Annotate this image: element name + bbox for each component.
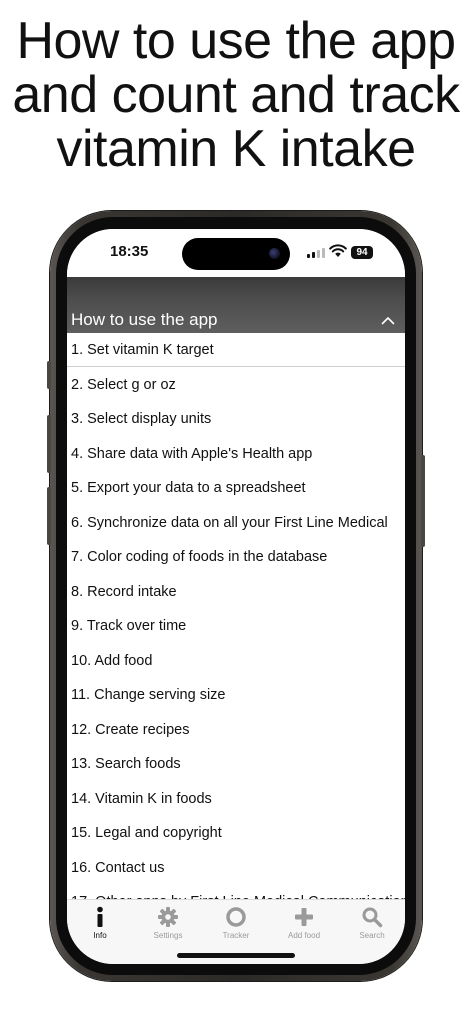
nav-bar: How to use the app	[67, 277, 405, 333]
list-item[interactable]: 1. Set vitamin K target	[67, 333, 405, 367]
home-indicator	[177, 953, 295, 958]
wifi-icon	[329, 244, 347, 257]
list-item[interactable]: 9. Track over time	[67, 609, 405, 643]
tab-label: Settings	[153, 931, 183, 940]
volume-down-button	[47, 487, 51, 545]
tab-settings[interactable]: Settings	[140, 906, 196, 940]
section-title: How to use the app	[71, 310, 218, 329]
camera-icon	[269, 248, 280, 259]
help-topics-list: 1. Set vitamin K target 2. Select g or o…	[67, 333, 405, 899]
list-item[interactable]: 4. Share data with Apple's Health app	[67, 437, 405, 471]
info-icon	[97, 906, 103, 927]
list-item[interactable]: 8. Record intake	[67, 575, 405, 609]
circle-icon	[226, 907, 246, 927]
list-item[interactable]: 5. Export your data to a spreadsheet	[67, 471, 405, 505]
list-item[interactable]: 10. Add food	[67, 644, 405, 678]
phone-screen: 18:35 94 How to use the app 1. Set vitam…	[67, 229, 405, 964]
list-item[interactable]: 7. Color coding of foods in the database	[67, 540, 405, 574]
gear-icon	[158, 907, 178, 927]
tab-label: Info	[93, 931, 107, 940]
tab-label: Add food	[287, 931, 321, 940]
list-item[interactable]: 14. Vitamin K in foods	[67, 782, 405, 816]
list-item[interactable]: 16. Contact us	[67, 851, 405, 885]
list-item[interactable]: 2. Select g or oz	[67, 368, 405, 402]
list-item[interactable]: 11. Change serving size	[67, 678, 405, 712]
promo-headline: How to use the app and count and track v…	[0, 14, 472, 176]
list-item[interactable]: 3. Select display units	[67, 402, 405, 436]
plus-icon	[295, 908, 313, 926]
list-item[interactable]: 13. Search foods	[67, 747, 405, 781]
tab-label: Search	[359, 931, 385, 940]
list-item[interactable]: 12. Create recipes	[67, 713, 405, 747]
tab-add-food[interactable]: Add food	[276, 906, 332, 940]
list-item[interactable]: 6. Synchronize data on all your First Li…	[67, 506, 405, 540]
headline-line-3: vitamin K intake	[56, 120, 416, 178]
tab-info[interactable]: Info	[72, 906, 128, 940]
volume-up-button	[47, 415, 51, 473]
chevron-up-icon[interactable]	[381, 315, 395, 325]
status-time: 18:35	[110, 243, 149, 260]
search-icon	[362, 907, 383, 928]
tab-label: Tracker	[222, 931, 250, 940]
headline-line-1: How to use the app	[16, 12, 456, 70]
dynamic-island	[182, 238, 290, 270]
list-item[interactable]: 17. Other apps by First Line Medical Com…	[67, 885, 405, 899]
status-bar: 18:35 94	[67, 229, 405, 277]
cellular-signal-icon	[307, 248, 327, 258]
power-button	[421, 455, 425, 547]
tab-tracker[interactable]: Tracker	[208, 906, 264, 940]
battery-indicator: 94	[351, 246, 373, 259]
list-item[interactable]: 15. Legal and copyright	[67, 816, 405, 850]
headline-line-2: and count and track	[12, 66, 460, 124]
action-button	[47, 361, 51, 389]
tab-search[interactable]: Search	[344, 906, 400, 940]
